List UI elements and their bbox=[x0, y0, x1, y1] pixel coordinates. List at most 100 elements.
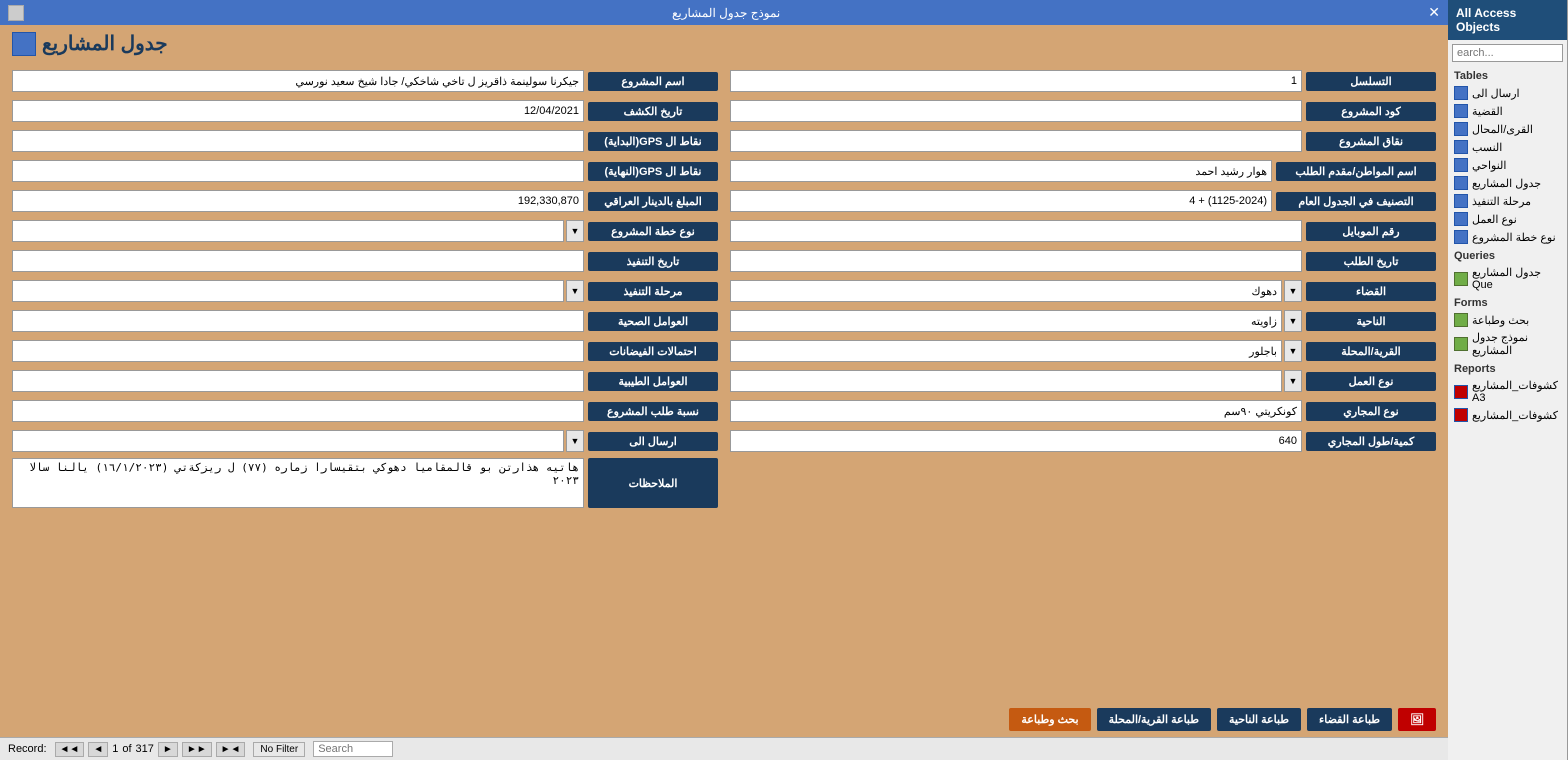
gps-end-input[interactable] bbox=[12, 160, 584, 182]
sidebar-item-query[interactable]: جدول المشاريع Que bbox=[1448, 264, 1567, 293]
project-request-pct-row: نسبة طلب المشروع bbox=[12, 398, 718, 424]
of-label: of bbox=[122, 743, 131, 755]
exec-stage-row: مرحلة التنفيذ ▼ bbox=[12, 278, 718, 304]
sidebar-item-projects[interactable]: جدول المشاريع bbox=[1448, 174, 1567, 192]
sidebar-item-report-a3[interactable]: كشوفات_المشاريع A3 bbox=[1448, 377, 1567, 406]
send-to-input[interactable] bbox=[12, 430, 564, 452]
drain-type-label: نوع المجاري bbox=[1306, 402, 1436, 421]
project-points-input[interactable] bbox=[730, 130, 1302, 152]
total-records: 317 bbox=[136, 743, 154, 755]
district-row: القضاء ▼ bbox=[730, 278, 1436, 304]
search-print-button[interactable]: بحث وطباعة bbox=[1009, 708, 1090, 731]
exec-date-input[interactable] bbox=[12, 250, 584, 272]
form-title: جدول المشاريع bbox=[42, 31, 168, 56]
project-code-input[interactable] bbox=[730, 100, 1302, 122]
search-input[interactable] bbox=[313, 741, 393, 757]
exec-date-label: تاريخ التنفيذ bbox=[588, 252, 718, 271]
new-record-button[interactable]: ►◄ bbox=[216, 742, 246, 757]
village-row: القرية/المحلة ▼ bbox=[730, 338, 1436, 364]
project-request-pct-input[interactable] bbox=[12, 400, 584, 422]
village-input[interactable] bbox=[730, 340, 1282, 362]
last-record-button[interactable]: ►► bbox=[182, 742, 212, 757]
first-record-button[interactable]: ◄◄ bbox=[55, 742, 85, 757]
sidebar-item-cases[interactable]: القضية bbox=[1448, 102, 1567, 120]
sidebar-item-ratio[interactable]: النسب bbox=[1448, 138, 1567, 156]
next-record-button[interactable]: ► bbox=[158, 742, 178, 757]
exec-date-row: تاريخ التنفيذ bbox=[12, 248, 718, 274]
serial-input[interactable] bbox=[730, 70, 1302, 92]
sidebar-item-plan-type[interactable]: نوع خطة المشروع bbox=[1448, 228, 1567, 246]
amount-input[interactable] bbox=[12, 190, 584, 212]
sidebar-search-input[interactable] bbox=[1452, 44, 1563, 62]
sidebar-item-exec-stage[interactable]: مرحلة التنفيذ bbox=[1448, 192, 1567, 210]
sidebar-search-area[interactable] bbox=[1448, 40, 1567, 66]
natural-factors-label: العوامل الطيبية bbox=[588, 372, 718, 391]
sidebar-item-report[interactable]: كشوفات_المشاريع bbox=[1448, 406, 1567, 424]
send-to-select-wrapper: ▼ bbox=[12, 430, 584, 452]
village-dropdown-arrow[interactable]: ▼ bbox=[1284, 340, 1302, 362]
serial-row: التسلسل bbox=[730, 68, 1436, 94]
prev-record-button[interactable]: ◄ bbox=[88, 742, 108, 757]
delete-button[interactable]: 🖼 bbox=[1398, 708, 1436, 731]
sidebar-item-nawahi[interactable]: النواحي bbox=[1448, 156, 1567, 174]
flood-prob-input[interactable] bbox=[12, 340, 584, 362]
sub-district-dropdown-arrow[interactable]: ▼ bbox=[1284, 310, 1302, 332]
form-icon bbox=[1454, 313, 1468, 327]
natural-factors-input[interactable] bbox=[12, 370, 584, 392]
village-select-wrapper: ▼ bbox=[730, 340, 1302, 362]
forms-section-label: Forms bbox=[1448, 293, 1567, 311]
sidebar-item-work-type[interactable]: نوع العمل bbox=[1448, 210, 1567, 228]
table-icon bbox=[1454, 194, 1468, 208]
form-columns: التسلسل كود المشروع نقاق المشروع bbox=[12, 68, 1436, 508]
district-input[interactable] bbox=[730, 280, 1282, 302]
project-points-row: نقاق المشروع bbox=[730, 128, 1436, 154]
project-request-pct-label: نسبة طلب المشروع bbox=[588, 402, 718, 421]
sidebar-item-main-form[interactable]: نموذج جدول المشاريع bbox=[1448, 329, 1567, 359]
exec-stage-input[interactable] bbox=[12, 280, 564, 302]
sidebar-item-search-form[interactable]: بحث وطباعة bbox=[1448, 311, 1567, 329]
health-factors-row: العوامل الصحية bbox=[12, 308, 718, 334]
no-filter-label: No Filter bbox=[253, 742, 305, 757]
gps-start-input[interactable] bbox=[12, 130, 584, 152]
work-type-dropdown-arrow[interactable]: ▼ bbox=[1284, 370, 1302, 392]
drain-type-input[interactable] bbox=[730, 400, 1302, 422]
form-container: جدول المشاريع التسلسل كود الم bbox=[0, 25, 1448, 737]
exec-stage-select-wrapper: ▼ bbox=[12, 280, 584, 302]
classification-row: التصنيف في الجدول العام bbox=[730, 188, 1436, 214]
table-icon bbox=[1454, 176, 1468, 190]
district-dropdown-arrow[interactable]: ▼ bbox=[1284, 280, 1302, 302]
close-button[interactable]: ✕ bbox=[1428, 4, 1440, 21]
record-label: Record: bbox=[8, 743, 47, 755]
sidebar-item-send[interactable]: ارسال الى bbox=[1448, 84, 1567, 102]
print-village-button[interactable]: طباعة القرية/المحلة bbox=[1097, 708, 1211, 731]
notes-textarea[interactable]: هاتيه هذارتن بو قالمقاميا دهوكي بتقيسارا… bbox=[12, 458, 584, 508]
print-sub-button[interactable]: طباعة الناحية bbox=[1217, 708, 1301, 731]
sub-district-row: الناحية ▼ bbox=[730, 308, 1436, 334]
print-district-button[interactable]: طباعة القضاء bbox=[1307, 708, 1392, 731]
form-title-icon bbox=[12, 32, 36, 56]
notes-row: الملاحظات هاتيه هذارتن بو قالمقاميا دهوك… bbox=[12, 458, 718, 508]
form-icon bbox=[1454, 337, 1468, 351]
send-to-dropdown-arrow[interactable]: ▼ bbox=[566, 430, 584, 452]
plan-type-input[interactable] bbox=[12, 220, 564, 242]
health-factors-input[interactable] bbox=[12, 310, 584, 332]
work-type-input[interactable] bbox=[730, 370, 1282, 392]
work-type-row: نوع العمل ▼ bbox=[730, 368, 1436, 394]
mobile-input[interactable] bbox=[730, 220, 1302, 242]
plan-type-dropdown-arrow[interactable]: ▼ bbox=[566, 220, 584, 242]
exec-stage-dropdown-arrow[interactable]: ▼ bbox=[566, 280, 584, 302]
quantity-input[interactable] bbox=[730, 430, 1302, 452]
classification-input[interactable] bbox=[730, 190, 1272, 212]
request-date-input[interactable] bbox=[730, 250, 1302, 272]
project-name-input[interactable] bbox=[12, 70, 584, 92]
send-to-label: ارسال الى bbox=[588, 432, 718, 451]
request-date-label: تاريخ الطلب bbox=[1306, 252, 1436, 271]
sub-district-input[interactable] bbox=[730, 310, 1282, 332]
right-column: التسلسل كود المشروع نقاق المشروع bbox=[730, 68, 1436, 508]
sidebar-item-villages[interactable]: القرى/المحال bbox=[1448, 120, 1567, 138]
mobile-label: رقم الموبايل bbox=[1306, 222, 1436, 241]
village-label: القرية/المحلة bbox=[1306, 342, 1436, 361]
form-body: التسلسل كود المشروع نقاق المشروع bbox=[0, 62, 1448, 702]
citizen-name-input[interactable] bbox=[730, 160, 1272, 182]
discovery-date-input[interactable] bbox=[12, 100, 584, 122]
